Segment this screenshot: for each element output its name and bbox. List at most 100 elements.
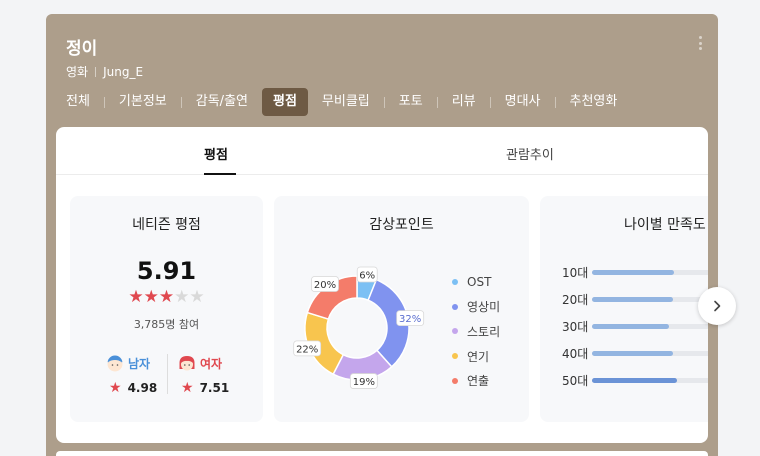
age-satisfaction-panel: 나이별 만족도 10대 20대 30대 40대 50대: [540, 196, 708, 422]
age-row: 30대: [562, 318, 708, 334]
male-label-group: 남자: [106, 354, 150, 372]
svg-text:32%: 32%: [399, 314, 421, 325]
age-bar-track: [592, 378, 708, 384]
male-label: 남자: [128, 356, 151, 371]
viewing-points-legend: OST 영상미스토리연기연출: [452, 270, 500, 393]
donut-slice-label: 20%: [311, 276, 339, 292]
age-bar-fill: [592, 323, 669, 329]
svg-text:19%: 19%: [353, 377, 375, 388]
age-bar-fill: [592, 351, 673, 357]
legend-item: 연기: [452, 344, 500, 369]
movie-english-title: Jung_E: [103, 64, 144, 79]
svg-text:20%: 20%: [314, 280, 336, 291]
age-bar-fill: [592, 269, 674, 275]
legend-item: 연출: [452, 368, 500, 393]
divider: [167, 354, 168, 394]
movie-card: 정이 영화 Jung_E 전체 기본정보 감독/출연 평점 무비클립 포토 리뷰…: [46, 14, 718, 456]
participant-count: 3,785명 참여: [133, 318, 200, 331]
star-icon: ★: [181, 380, 194, 396]
legend-label: 영상미: [467, 300, 501, 315]
legend-dot-icon: [452, 377, 458, 384]
movie-subtitle: 영화 Jung_E: [66, 63, 143, 80]
rating-content: 평점 관람추이 네티즌 평점 5.91 ★★★★★ 3,785명 참여: [56, 127, 708, 443]
age-row: 50대: [562, 373, 708, 389]
tab-rating[interactable]: 평점: [262, 88, 308, 116]
tab-cast[interactable]: 감독/출연: [190, 88, 254, 116]
star-empty-icon: ★: [189, 287, 205, 307]
legend-label: OST: [467, 275, 492, 290]
rating-stars: ★ ★ ★ ★ ★: [70, 289, 263, 306]
subtab-rating[interactable]: 평점: [204, 144, 228, 163]
legend-item: OST: [452, 270, 500, 295]
legend-dot-icon: [452, 279, 458, 286]
age-row: 10대: [562, 264, 708, 280]
movie-category: 영화: [66, 65, 89, 79]
female-label-group: 여자: [178, 354, 222, 372]
age-bar-track: [592, 323, 708, 329]
divider: [103, 96, 105, 108]
star-icon: ★: [109, 380, 122, 396]
tab-movie-clip[interactable]: 무비클립: [316, 88, 376, 116]
netizen-rating-panel: 네티즌 평점 5.91 ★ ★ ★ ★ ★ 3,785명 참여 남자 여자 ★ …: [70, 196, 263, 422]
more-options-icon[interactable]: [698, 36, 702, 50]
female-score-group: ★ 7.51: [181, 380, 229, 396]
age-row: 40대: [562, 346, 708, 362]
star-filled-icon: ★: [143, 287, 159, 307]
divider: [436, 96, 438, 108]
legend-label: 스토리: [467, 324, 501, 339]
male-score: 4.98: [127, 381, 158, 395]
subtab-trend[interactable]: 관람추이: [506, 144, 554, 163]
tab-recommended[interactable]: 추천영화: [564, 88, 624, 116]
tab-bar: 전체 기본정보 감독/출연 평점 무비클립 포토 리뷰 명대사 추천영화: [60, 88, 623, 116]
age-bar-fill: [592, 296, 673, 302]
donut-slice-label: 32%: [396, 310, 425, 327]
star-filled-icon: ★: [128, 287, 144, 307]
subtab-bar: 평점 관람추이: [56, 127, 708, 175]
tab-review[interactable]: 리뷰: [446, 88, 482, 116]
age-label: 40대: [562, 347, 589, 362]
legend-item: 영상미: [452, 295, 500, 320]
netizen-rating-title: 네티즌 평점: [132, 217, 201, 233]
divider: [180, 96, 182, 108]
age-label: 50대: [562, 374, 589, 389]
legend-dot-icon: [452, 353, 458, 360]
chevron-right-icon: [714, 300, 721, 312]
donut-slice-label: 19%: [349, 373, 378, 389]
age-satisfaction-title: 나이별 만족도: [624, 217, 706, 233]
svg-text:22%: 22%: [296, 344, 318, 355]
age-row: 20대: [562, 291, 708, 307]
viewing-points-title: 감상포인트: [369, 217, 434, 233]
star-filled-icon: ★: [158, 287, 175, 307]
active-subtab-indicator: [204, 173, 236, 175]
tab-quotes[interactable]: 명대사: [499, 88, 547, 116]
legend-item: 스토리: [452, 319, 500, 344]
age-bar-fill: [592, 378, 677, 384]
age-bar-track: [592, 269, 708, 275]
rating-score: 5.91: [136, 257, 197, 285]
tab-photo[interactable]: 포토: [393, 88, 429, 116]
legend-dot-icon: [452, 303, 458, 310]
female-score: 7.51: [199, 381, 230, 395]
viewing-points-donut-chart: 6% 32% 19% 22% 20%: [293, 266, 425, 389]
male-score-group: ★ 4.98: [109, 380, 157, 396]
age-bar-track: [592, 296, 708, 302]
page: 정이 영화 Jung_E 전체 기본정보 감독/출연 평점 무비클립 포토 리뷰…: [0, 0, 760, 456]
age-bar-track: [592, 351, 708, 357]
divider: [489, 96, 491, 108]
legend-label: 연기: [467, 349, 490, 364]
age-label: 10대: [562, 265, 589, 280]
donut-slice-label: 6%: [356, 266, 378, 283]
tab-all[interactable]: 전체: [60, 88, 96, 116]
divider: [554, 96, 556, 108]
legend-label: 연출: [467, 374, 490, 389]
male-avatar-icon: [107, 355, 123, 372]
movie-title[interactable]: 정이: [66, 34, 97, 59]
donut-slice-label: 22%: [293, 340, 322, 357]
divider: [383, 96, 385, 108]
age-label: 20대: [562, 292, 589, 307]
divider: [95, 66, 97, 77]
next-card-edge: [56, 451, 708, 456]
tab-basic-info[interactable]: 기본정보: [113, 88, 173, 116]
female-avatar-icon: [179, 356, 195, 371]
next-panel-button[interactable]: [698, 287, 736, 325]
